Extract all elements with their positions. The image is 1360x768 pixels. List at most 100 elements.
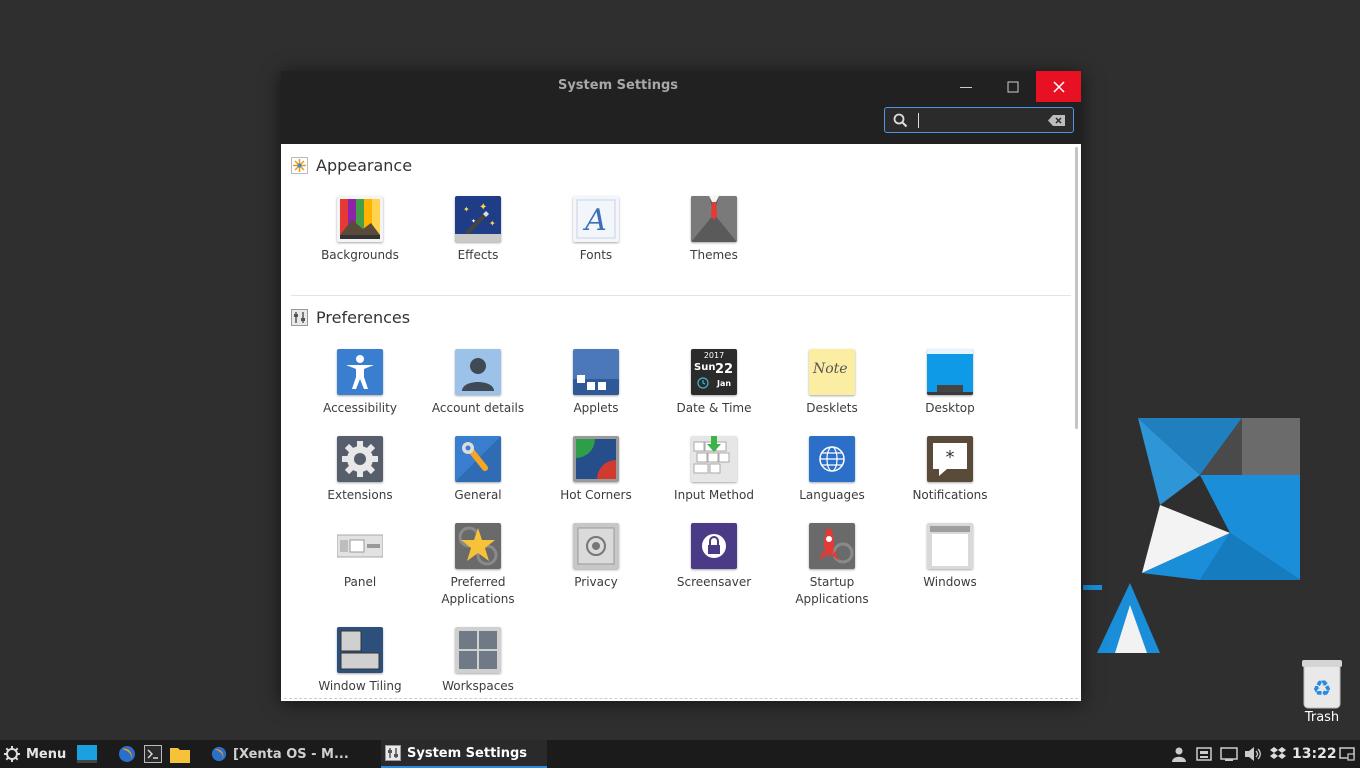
clock[interactable]: 13:22: [1292, 740, 1337, 768]
tile-screensaver[interactable]: Screensaver: [655, 523, 773, 591]
desktop-icon: [927, 349, 973, 395]
tile-label: Input Method: [674, 488, 754, 502]
svg-text:A: A: [582, 203, 607, 238]
tile-notifications[interactable]: * Notifications: [891, 436, 1009, 504]
show-desktop-launcher[interactable]: [77, 740, 97, 768]
taskbar-item-browser[interactable]: [Xenta OS - M...: [211, 740, 371, 768]
volume-icon: [1245, 747, 1261, 761]
folder-icon: [170, 748, 190, 763]
tile-startup-applications[interactable]: Startup Applications: [773, 523, 891, 608]
privacy-icon: [573, 523, 619, 569]
show-desktop-icon: [1339, 747, 1355, 761]
taskbar-item-system-settings[interactable]: System Settings: [381, 740, 547, 768]
tile-label: Applets: [573, 401, 619, 415]
close-button[interactable]: [1036, 71, 1081, 102]
menu-button[interactable]: Menu: [4, 740, 66, 768]
tile-label: Effects: [457, 248, 499, 262]
svg-text:♻: ♻: [1312, 677, 1332, 702]
screensaver-icon: [691, 523, 737, 569]
tile-window-tiling[interactable]: Window Tiling: [301, 627, 419, 695]
appearance-section-icon: [291, 156, 308, 174]
window-title: System Settings: [557, 78, 679, 93]
user-applet[interactable]: [1171, 740, 1187, 768]
tile-label: Desklets: [806, 401, 858, 415]
tile-label-line: Applications: [441, 592, 515, 606]
window-tiling-icon: [337, 627, 383, 673]
trash-label: Trash: [1304, 710, 1340, 725]
calendar-year: 2017: [703, 351, 725, 360]
dropbox-icon: [1270, 747, 1286, 759]
svg-text:✦: ✦: [463, 205, 470, 214]
tile-label: Notifications: [912, 488, 988, 502]
trash-desktop-icon[interactable]: ♻ Trash: [1292, 658, 1352, 725]
calendar-date: 22: [715, 362, 734, 377]
user-icon: [1172, 747, 1186, 762]
backgrounds-icon: [337, 196, 383, 242]
sound-applet[interactable]: [1244, 740, 1262, 768]
tile-label: General: [454, 488, 502, 502]
clear-search-icon[interactable]: [1048, 114, 1066, 127]
preferences-section-icon: [291, 308, 308, 326]
tile-label: Window Tiling: [318, 679, 402, 693]
search-field[interactable]: [884, 107, 1074, 133]
accessibility-icon: [337, 349, 383, 395]
browser-launcher[interactable]: [118, 740, 136, 768]
desktop-logo: [1083, 418, 1300, 653]
keyboard-icon: [1196, 747, 1212, 761]
network-applet[interactable]: [1220, 740, 1238, 768]
window-titlebar[interactable]: System Settings: [281, 71, 1081, 144]
taskbar-item-label: [Xenta OS - M...: [233, 746, 349, 762]
tile-desklets[interactable]: Note Desklets: [773, 349, 891, 417]
startup-applications-icon: [809, 523, 855, 569]
search-input[interactable]: [915, 111, 1039, 131]
system-settings-window: System Settings Appearance Backgrounds ✦…: [281, 71, 1081, 701]
tile-accessibility[interactable]: Accessibility: [301, 349, 419, 417]
calendar-day: Sun: [694, 362, 716, 373]
tile-languages[interactable]: Languages: [773, 436, 891, 504]
maximize-icon: [1007, 81, 1018, 92]
browser-icon: [119, 746, 135, 762]
tile-themes[interactable]: Themes: [655, 196, 773, 264]
tile-applets[interactable]: Applets: [537, 349, 655, 417]
tile-extensions[interactable]: Extensions: [301, 436, 419, 504]
trash-icon: ♻: [1300, 658, 1344, 710]
tile-hot-corners[interactable]: Hot Corners: [537, 436, 655, 504]
tile-account-details[interactable]: Account details: [419, 349, 537, 417]
tile-privacy[interactable]: Privacy: [537, 523, 655, 591]
tile-effects[interactable]: ✦ ✦ ✦ ✦ Effects: [419, 196, 537, 264]
close-icon: [1052, 80, 1065, 93]
minimize-button[interactable]: [943, 71, 988, 102]
maximize-button[interactable]: [990, 71, 1035, 102]
keyboard-applet[interactable]: [1196, 740, 1212, 768]
dropbox-applet[interactable]: [1269, 740, 1287, 768]
tile-fonts[interactable]: A Fonts: [537, 196, 655, 264]
section-preferences: Preferences: [291, 305, 410, 329]
section-appearance: Appearance: [291, 153, 412, 177]
bottom-panel: Menu [Xenta OS - M... System Settings 13…: [0, 740, 1360, 768]
tile-windows[interactable]: Windows: [891, 523, 1009, 591]
tile-panel[interactable]: Panel: [301, 523, 419, 591]
tile-input-method[interactable]: Input Method: [655, 436, 773, 504]
tile-label-line: Preferred: [450, 575, 506, 589]
tile-general[interactable]: General: [419, 436, 537, 504]
tile-label: Screensaver: [676, 575, 752, 589]
files-launcher[interactable]: [170, 740, 190, 768]
tile-desktop[interactable]: Desktop: [891, 349, 1009, 417]
tile-preferred-applications[interactable]: Preferred Applications: [419, 523, 537, 608]
tile-label: Startup Applications: [773, 574, 891, 608]
tile-date-time[interactable]: 2017 Sun 22 Jan Date & Time: [655, 349, 773, 417]
workspaces-icon: [455, 627, 501, 673]
show-desktop-button[interactable]: [1339, 740, 1355, 768]
languages-icon: [809, 436, 855, 482]
effects-icon: ✦ ✦ ✦ ✦: [455, 196, 501, 242]
extensions-icon: [337, 436, 383, 482]
tile-workspaces[interactable]: Workspaces: [419, 627, 537, 695]
terminal-launcher[interactable]: [144, 740, 162, 768]
section-title-appearance: Appearance: [316, 155, 413, 175]
windows-icon: [927, 523, 973, 569]
input-method-icon: [691, 436, 737, 482]
settings-content: Appearance Backgrounds ✦ ✦ ✦ ✦ Effects A…: [281, 144, 1081, 701]
tile-label: Backgrounds: [321, 248, 399, 262]
tile-backgrounds[interactable]: Backgrounds: [301, 196, 419, 264]
scrollbar[interactable]: [1075, 147, 1078, 429]
